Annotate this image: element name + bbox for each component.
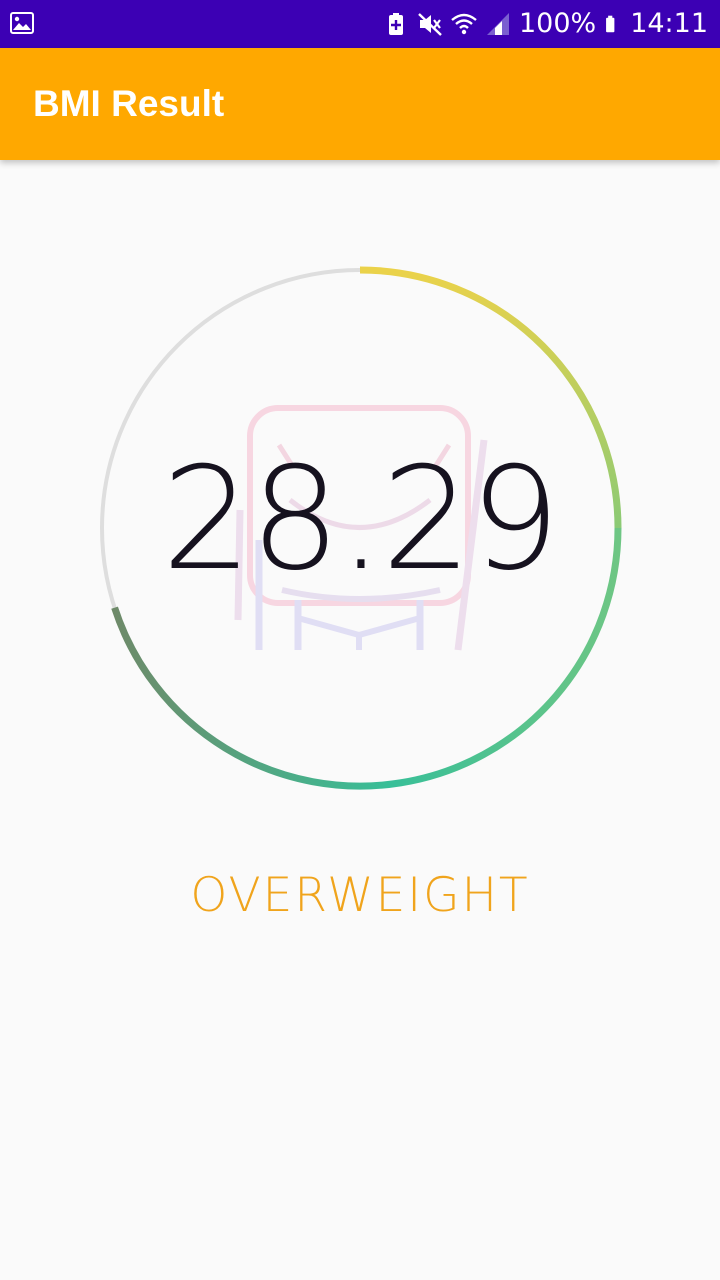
- app-bar: BMI Result: [0, 48, 720, 160]
- signal-icon: [486, 13, 509, 35]
- bmi-category: OVERWEIGHT: [190, 868, 530, 923]
- wifi-icon: [451, 13, 477, 35]
- image-icon: [10, 12, 34, 34]
- clock: 14:11: [630, 8, 708, 39]
- mute-icon: [418, 13, 442, 36]
- battery-icon: [606, 15, 615, 33]
- bmi-value: 28.29: [161, 437, 561, 602]
- battery-percent: 100%: [518, 8, 597, 39]
- page-title: BMI Result: [33, 83, 225, 124]
- status-icons: 100% 14:11: [383, 0, 708, 48]
- battery-saver-icon: [388, 13, 403, 35]
- status-bar: 100% 14:11: [0, 0, 720, 48]
